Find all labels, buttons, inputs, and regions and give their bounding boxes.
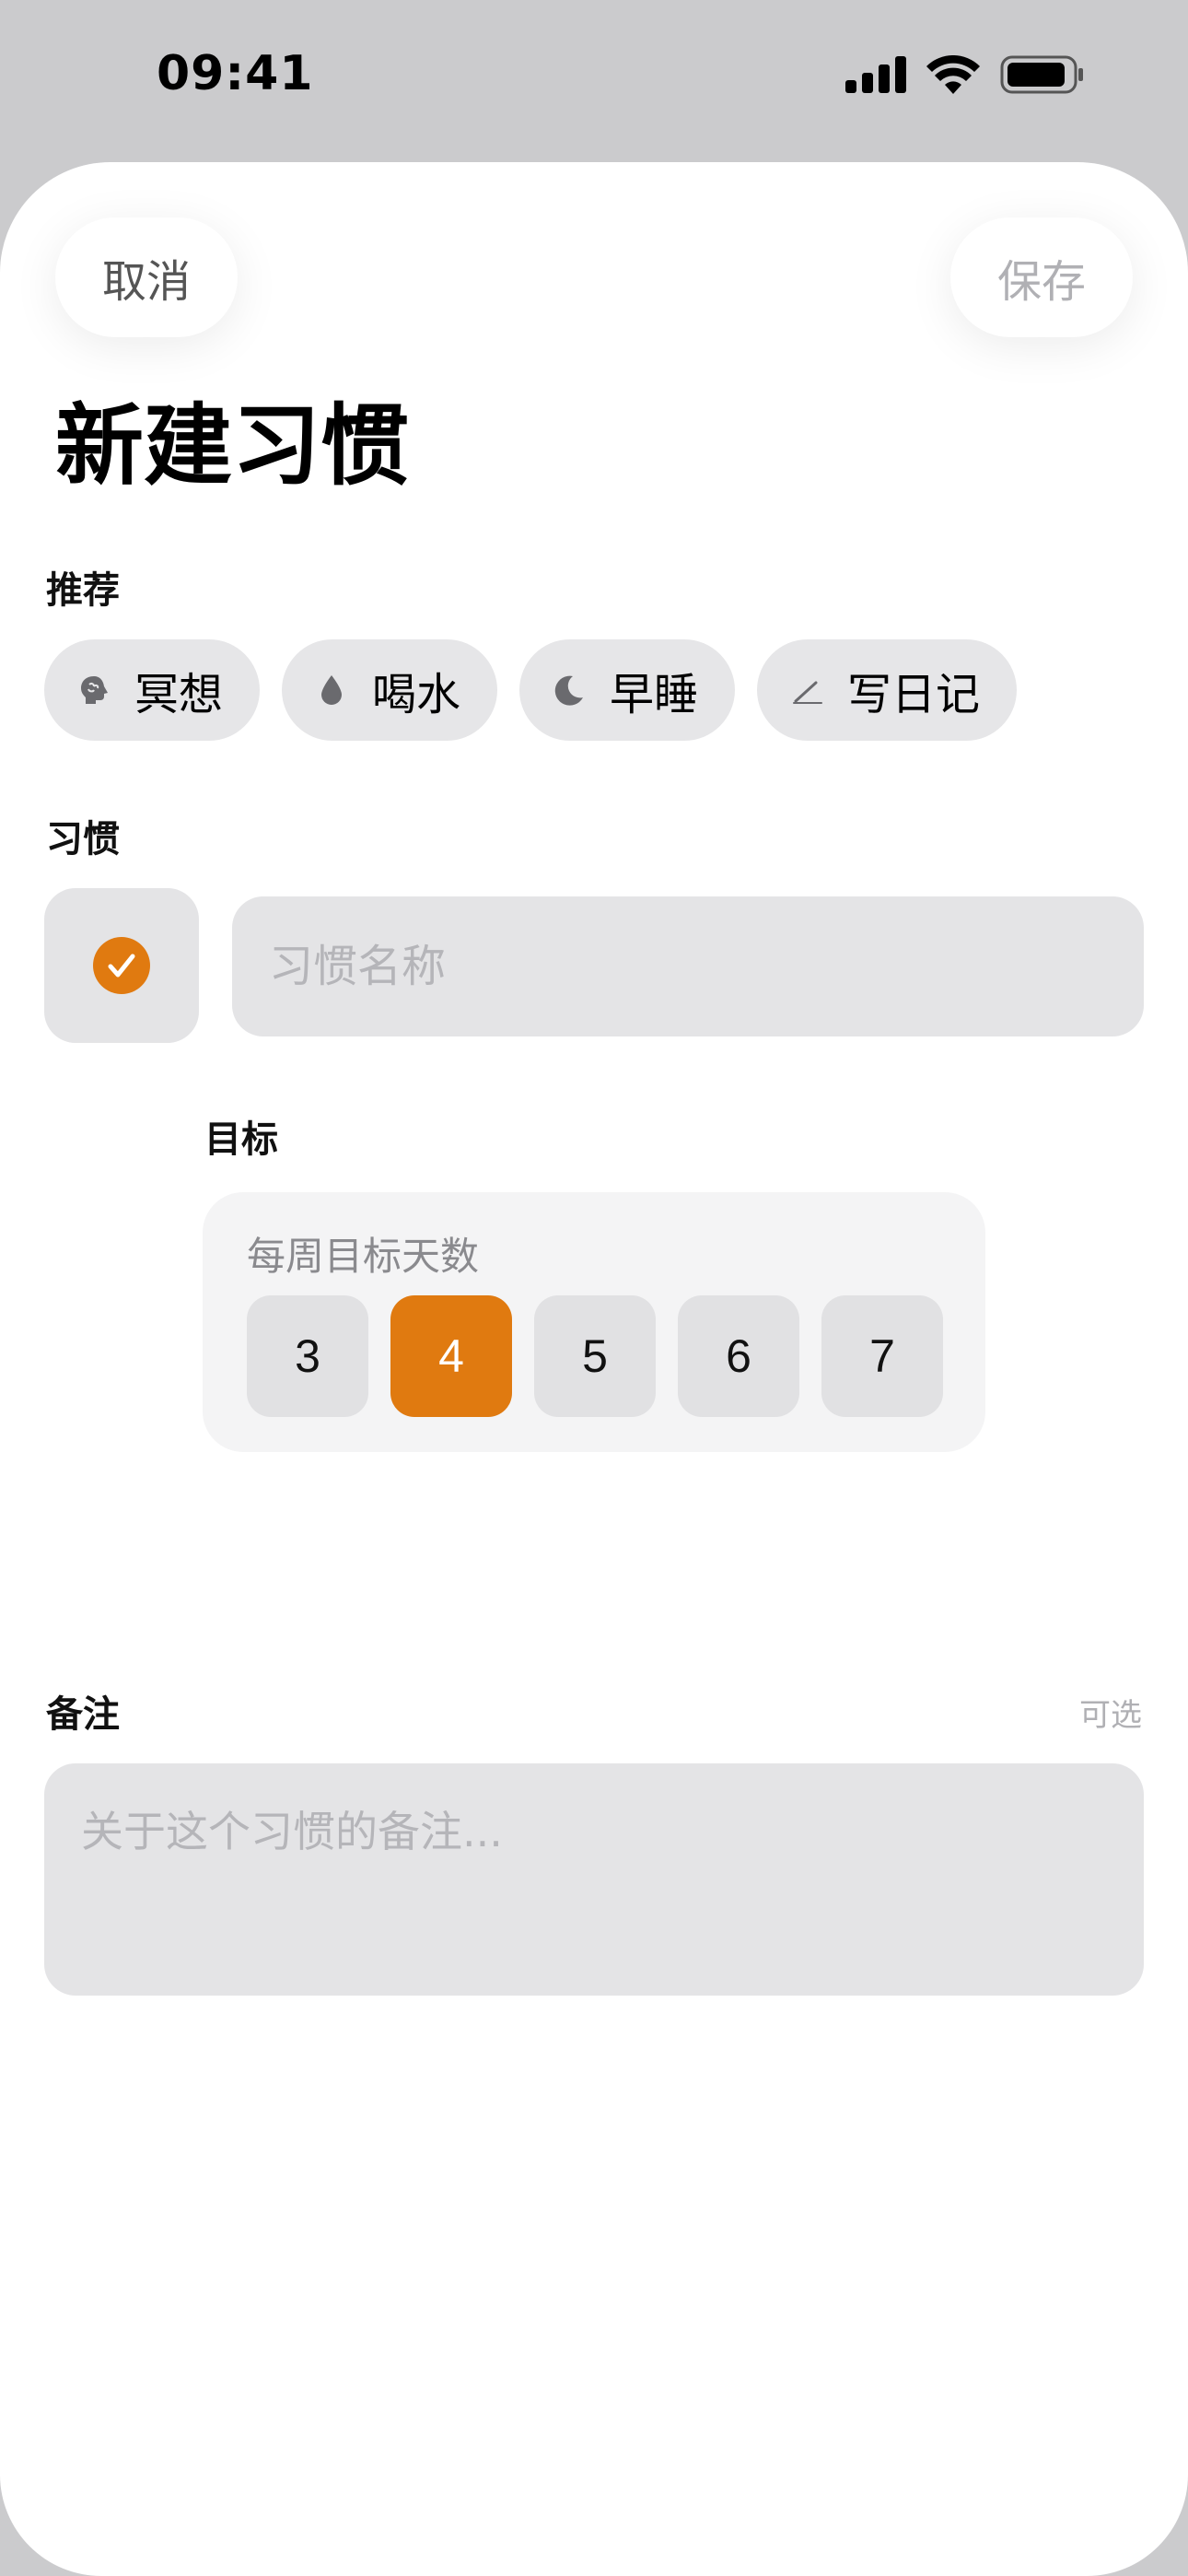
cancel-button[interactable]: 取消 <box>55 217 238 337</box>
moon-icon <box>553 673 586 707</box>
goal-section-label: 目标 <box>204 1118 278 1161</box>
battery-icon <box>1000 55 1083 94</box>
recommend-section-label: 推荐 <box>46 569 120 612</box>
habit-icon-picker[interactable] <box>44 888 199 1043</box>
chip-label: 冥想 <box>134 669 224 720</box>
droplet-icon <box>315 673 348 707</box>
habit-section-label: 习惯 <box>46 818 120 861</box>
checkmark-circle-icon <box>93 937 150 994</box>
chip-sleep-early[interactable]: 早睡 <box>519 639 736 741</box>
day-selector: 3 4 5 6 7 <box>247 1295 943 1417</box>
chip-journal[interactable]: 写日记 <box>757 639 1018 741</box>
wifi-icon <box>926 55 980 94</box>
day-option-5[interactable]: 5 <box>534 1295 656 1417</box>
notes-section-label: 备注 <box>46 1693 120 1736</box>
day-option-4-selected[interactable]: 4 <box>390 1295 512 1417</box>
status-bar: 09:41 <box>0 0 1188 162</box>
new-habit-sheet: 取消 保存 新建习惯 推荐 冥想 喝水 早睡 写日记 习惯 习惯名称 目标 每周… <box>0 162 1188 2576</box>
chip-label: 写日记 <box>847 669 981 720</box>
status-time: 09:41 <box>157 46 314 101</box>
day-option-3[interactable]: 3 <box>247 1295 368 1417</box>
optional-label: 可选 <box>1079 1697 1142 1734</box>
brain-icon <box>77 673 111 707</box>
chip-label: 喝水 <box>372 669 461 720</box>
chip-meditation[interactable]: 冥想 <box>44 639 261 741</box>
page-title: 新建习惯 <box>55 394 409 498</box>
save-button[interactable]: 保存 <box>950 217 1133 337</box>
chip-drink-water[interactable]: 喝水 <box>282 639 498 741</box>
day-option-7[interactable]: 7 <box>821 1295 943 1417</box>
pencil-icon <box>790 673 823 707</box>
status-icons <box>845 55 1085 94</box>
cellular-signal-icon <box>845 56 906 93</box>
notes-textarea[interactable] <box>44 1763 1144 1996</box>
recommend-chips: 冥想 喝水 早睡 写日记 <box>44 639 1018 741</box>
habit-name-input[interactable] <box>232 896 1144 1036</box>
weekly-goal-card: 每周目标天数 3 4 5 6 7 <box>203 1192 985 1452</box>
day-option-6[interactable]: 6 <box>678 1295 799 1417</box>
chip-label: 早睡 <box>610 669 699 720</box>
goal-subtitle: 每周目标天数 <box>247 1234 480 1279</box>
